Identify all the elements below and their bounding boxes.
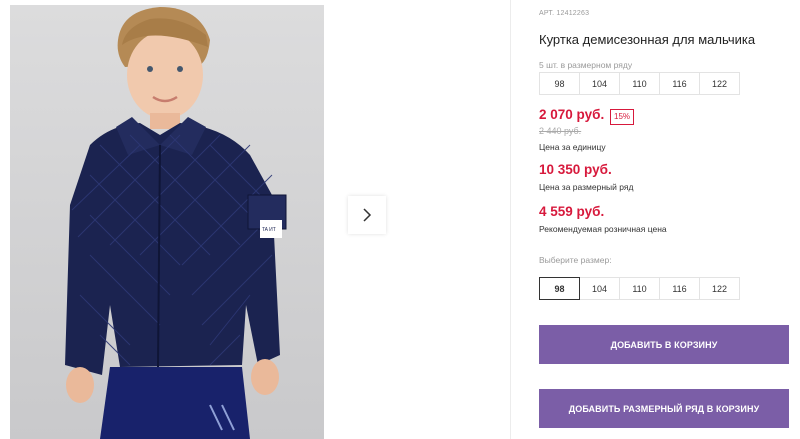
size-option-98[interactable]: 98 [539, 277, 580, 300]
size-row-item: 98 [539, 72, 580, 95]
add-size-row-to-cart-button[interactable]: ДОБАВИТЬ РАЗМЕРНЫЙ РЯД В КОРЗИНУ [539, 389, 789, 428]
row-price: 10 350 руб. [539, 162, 612, 177]
discount-badge: 15% [610, 109, 635, 125]
size-option-116[interactable]: 116 [659, 277, 700, 300]
size-row-label: 5 шт. в размерном ряду [539, 60, 633, 70]
size-row-item: 116 [659, 72, 700, 95]
retail-price-caption: Рекомендуемая розничная цена [539, 224, 667, 234]
size-option-110[interactable]: 110 [619, 277, 660, 300]
article-number: АРТ. 12412263 [539, 10, 590, 17]
gallery-next-button[interactable] [348, 196, 386, 234]
size-select-list: 98 104 110 116 122 [539, 277, 740, 300]
size-select-label: Выберите размер: [539, 255, 612, 265]
row-price-caption: Цена за размерный ряд [539, 182, 634, 192]
product-gallery: TA ИТ [0, 0, 510, 439]
size-option-104[interactable]: 104 [579, 277, 620, 300]
brand-tag-text: TA ИТ [262, 227, 276, 233]
gallery-divider [510, 0, 511, 439]
size-row-item: 122 [699, 72, 740, 95]
old-price: 2 440 руб. [539, 126, 582, 136]
size-row-item: 104 [579, 72, 620, 95]
product-title: Куртка демисезонная для мальчика [539, 32, 756, 47]
add-to-cart-button[interactable]: ДОБАВИТЬ В КОРЗИНУ [539, 325, 789, 364]
unit-price: 2 070 руб. [539, 107, 605, 122]
boy-in-jacket-illustration: TA ИТ [65, 7, 287, 439]
size-row-item: 110 [619, 72, 660, 95]
chevron-right-icon [363, 208, 372, 222]
size-row-list: 98 104 110 116 122 [539, 72, 740, 95]
size-option-122[interactable]: 122 [699, 277, 740, 300]
unit-price-caption: Цена за единицу [539, 142, 606, 152]
product-photo[interactable]: TA ИТ [10, 5, 324, 439]
retail-price: 4 559 руб. [539, 204, 605, 219]
